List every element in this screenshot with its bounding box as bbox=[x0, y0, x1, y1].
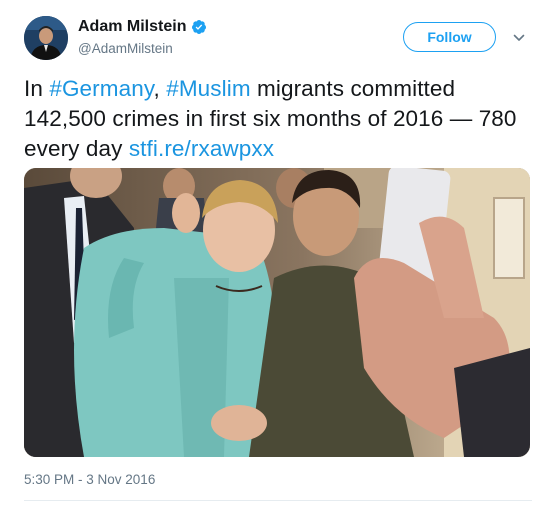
verified-badge-icon bbox=[192, 20, 207, 34]
tweet-text: In #Germany, #Muslim migrants committed … bbox=[24, 74, 534, 164]
author-block: Adam Milstein @AdamMilstein bbox=[78, 18, 207, 56]
hashtag-germany[interactable]: #Germany bbox=[49, 76, 153, 101]
selfie-photo-image bbox=[24, 168, 530, 457]
avatar-icon bbox=[24, 16, 68, 60]
tweet-text-part: , bbox=[153, 76, 167, 101]
tweet-photo[interactable] bbox=[24, 168, 530, 457]
divider bbox=[24, 500, 532, 501]
tweet-timestamp[interactable]: 5:30 PM - 3 Nov 2016 bbox=[24, 472, 155, 487]
author-name[interactable]: Adam Milstein bbox=[78, 18, 186, 36]
hashtag-muslim[interactable]: #Muslim bbox=[166, 76, 250, 101]
chevron-down-icon[interactable] bbox=[513, 33, 525, 43]
tweet-text-part: In bbox=[24, 76, 50, 101]
author-avatar[interactable] bbox=[24, 16, 68, 60]
tweet-card: Adam Milstein @AdamMilstein Follow In #G… bbox=[0, 0, 556, 506]
tweet-link[interactable]: stfi.re/rxawpxx bbox=[129, 136, 274, 161]
author-handle[interactable]: @AdamMilstein bbox=[78, 41, 207, 56]
follow-button[interactable]: Follow bbox=[403, 22, 496, 52]
